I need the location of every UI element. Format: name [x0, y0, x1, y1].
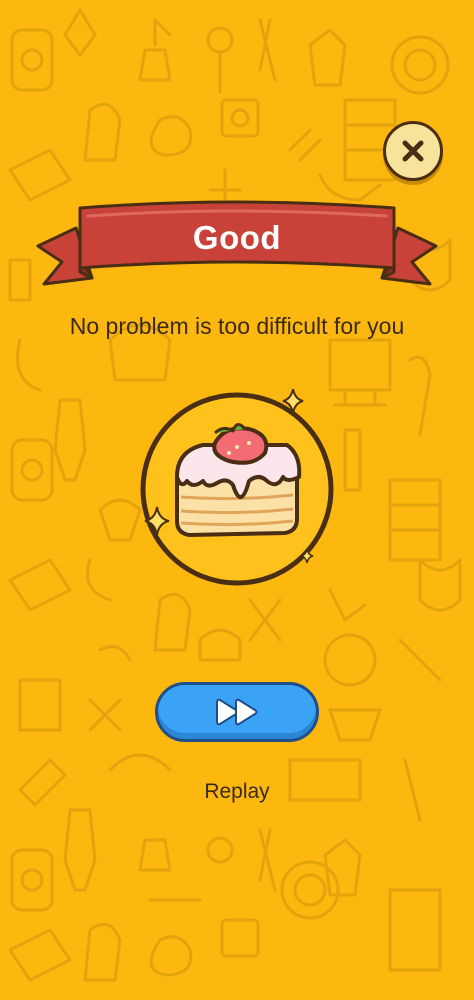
result-message: No problem is too difficult for you [69, 313, 405, 339]
close-button[interactable] [383, 121, 443, 181]
reward-badge [140, 389, 334, 586]
result-title: Good [192, 219, 282, 256]
fast-forward-icon [216, 698, 258, 726]
replay-button[interactable] [155, 682, 319, 742]
replay-label[interactable]: Replay [137, 780, 337, 804]
close-icon [402, 140, 424, 162]
